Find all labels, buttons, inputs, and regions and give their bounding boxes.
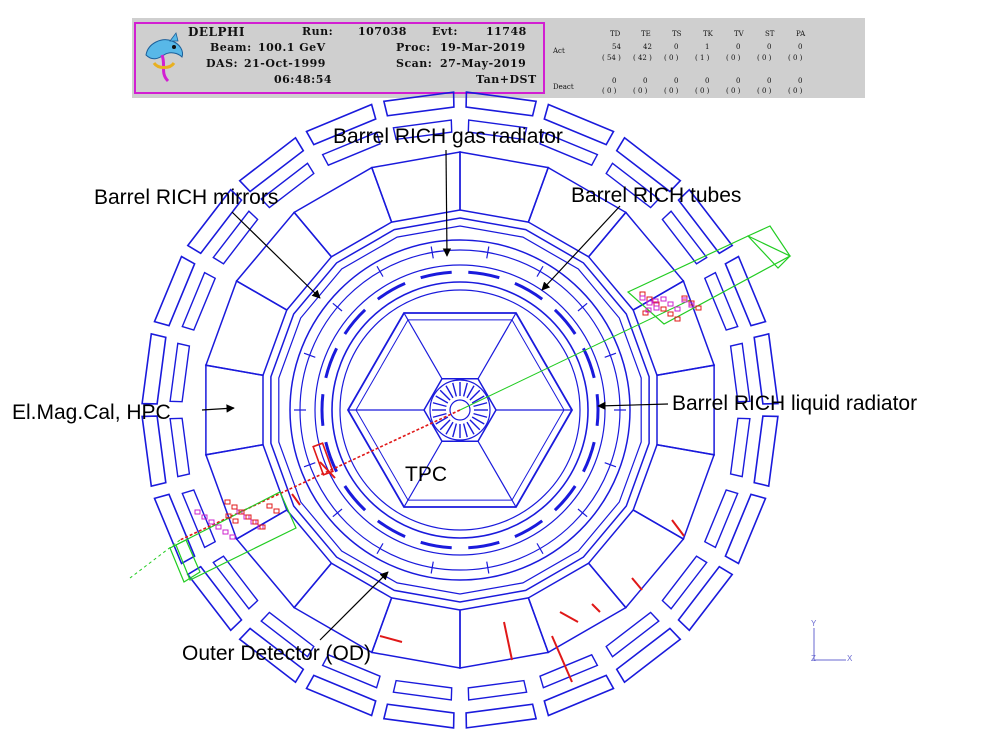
hit-cell <box>273 508 280 514</box>
outer-ring-segment <box>305 674 377 717</box>
outer-ring-segment <box>153 255 196 327</box>
muon-chamber-segment <box>169 342 191 403</box>
hit-cell <box>208 519 215 525</box>
outer-ring-segment <box>238 136 305 193</box>
muon-chamber-segment <box>661 210 708 265</box>
hit-segment <box>379 635 403 643</box>
hit-segment <box>591 603 601 613</box>
hit-cell <box>674 306 681 312</box>
muon-chamber-segment <box>392 679 453 701</box>
hpc-module <box>632 443 716 541</box>
muon-chamber-segment <box>212 210 259 265</box>
hit-cell <box>660 306 667 312</box>
outer-ring-segment <box>543 674 615 717</box>
label-barrel-rich-mirrors: Barrel RICH mirrors <box>94 186 279 209</box>
outer-ring-segment <box>141 415 167 488</box>
rich-tube <box>468 270 500 280</box>
rich-tube <box>420 540 452 550</box>
label-barrel-rich-gas-radiator: Barrel RICH gas radiator <box>333 125 563 148</box>
outer-ring-segment <box>677 565 734 632</box>
rich-gas-divider <box>376 265 384 277</box>
outer-ring-segment <box>141 332 167 405</box>
rich-tube <box>343 485 367 512</box>
muon-chamber-segment <box>169 417 191 478</box>
muon-chamber-segment <box>605 611 660 658</box>
hpc-module <box>235 509 333 609</box>
muon-chamber-segment <box>729 417 751 478</box>
hit-cell <box>224 499 231 505</box>
rich-gas-divider <box>536 265 544 277</box>
hit-cell <box>229 534 236 540</box>
rich-gas-divider <box>332 302 343 312</box>
hit-cell <box>639 291 646 297</box>
hpc-module <box>293 562 393 654</box>
hpc-module <box>587 211 685 311</box>
muon-chamber-segment <box>661 555 708 610</box>
axis-z-label: Z <box>811 654 816 663</box>
hit-segment <box>559 611 579 623</box>
hpc-module <box>204 279 288 377</box>
arrow-emcal <box>201 404 235 413</box>
hit-cell <box>639 295 646 301</box>
rich-gas-divider <box>536 543 544 555</box>
rich-tube <box>468 540 500 550</box>
label-tpc: TPC <box>405 463 447 486</box>
rich-tube <box>553 485 577 512</box>
hit-cell <box>194 509 201 515</box>
jet-cone-upper-cap <box>746 225 791 269</box>
hpc-module <box>527 166 627 258</box>
outer-ring-segment <box>465 91 538 117</box>
rich-tube <box>553 308 577 335</box>
outer-ring-segment <box>153 493 196 565</box>
outer-ring-segment <box>382 91 455 117</box>
hit-cell <box>667 301 674 307</box>
label-barrel-rich-tubes: Barrel RICH tubes <box>571 184 742 207</box>
outer-ring-segment <box>724 493 767 565</box>
hit-cell <box>215 524 222 530</box>
muon-chamber-segment <box>212 555 259 610</box>
rich-tube <box>320 394 325 426</box>
rich-gas-divider <box>577 508 588 518</box>
jet-cone-upper <box>626 235 792 325</box>
hit-segment <box>551 635 573 683</box>
label-barrel-rich-liquid-radiator: Barrel RICH liquid radiator <box>672 392 918 415</box>
outer-ring-segment <box>465 703 538 729</box>
hpc-module <box>459 151 550 223</box>
axis-y-label: Y <box>811 619 817 628</box>
rich-tube <box>343 308 367 335</box>
outer-ring-segment <box>382 703 455 729</box>
arrow-tubes <box>541 205 621 291</box>
hpc-module <box>587 509 685 609</box>
axis-x-label: X <box>847 654 853 663</box>
outer-ring-segment <box>615 627 682 684</box>
hit-cell <box>266 503 273 509</box>
arrow-outer-detector <box>319 571 389 641</box>
label-emcal-hpc: El.Mag.Cal, HPC <box>12 401 171 424</box>
hit-cell <box>653 305 660 311</box>
rich-gas-divider <box>577 302 588 312</box>
hit-cell <box>222 529 229 535</box>
hpc-module <box>205 364 264 456</box>
rich-tube <box>420 270 452 280</box>
outer-ring-segment <box>186 565 243 632</box>
muon-chamber-segment <box>467 679 528 701</box>
rich-tube <box>595 394 600 426</box>
hit-segment <box>503 621 513 661</box>
label-outer-detector: Outer Detector (OD) <box>182 642 372 665</box>
rich-gas-divider <box>332 508 343 518</box>
hit-cell <box>660 296 667 302</box>
rich-gas-divider <box>376 543 384 555</box>
hpc-module <box>370 597 461 669</box>
hpc-module <box>459 597 550 669</box>
hit-cell <box>231 504 238 510</box>
hit-cell <box>232 518 239 524</box>
hit-cell <box>667 311 674 317</box>
track-extrapolation <box>129 539 181 579</box>
outer-ring-segment <box>724 255 767 327</box>
hit-segment <box>631 577 643 591</box>
outer-ring-segment <box>753 415 779 488</box>
arrow-mirrors <box>231 211 321 299</box>
